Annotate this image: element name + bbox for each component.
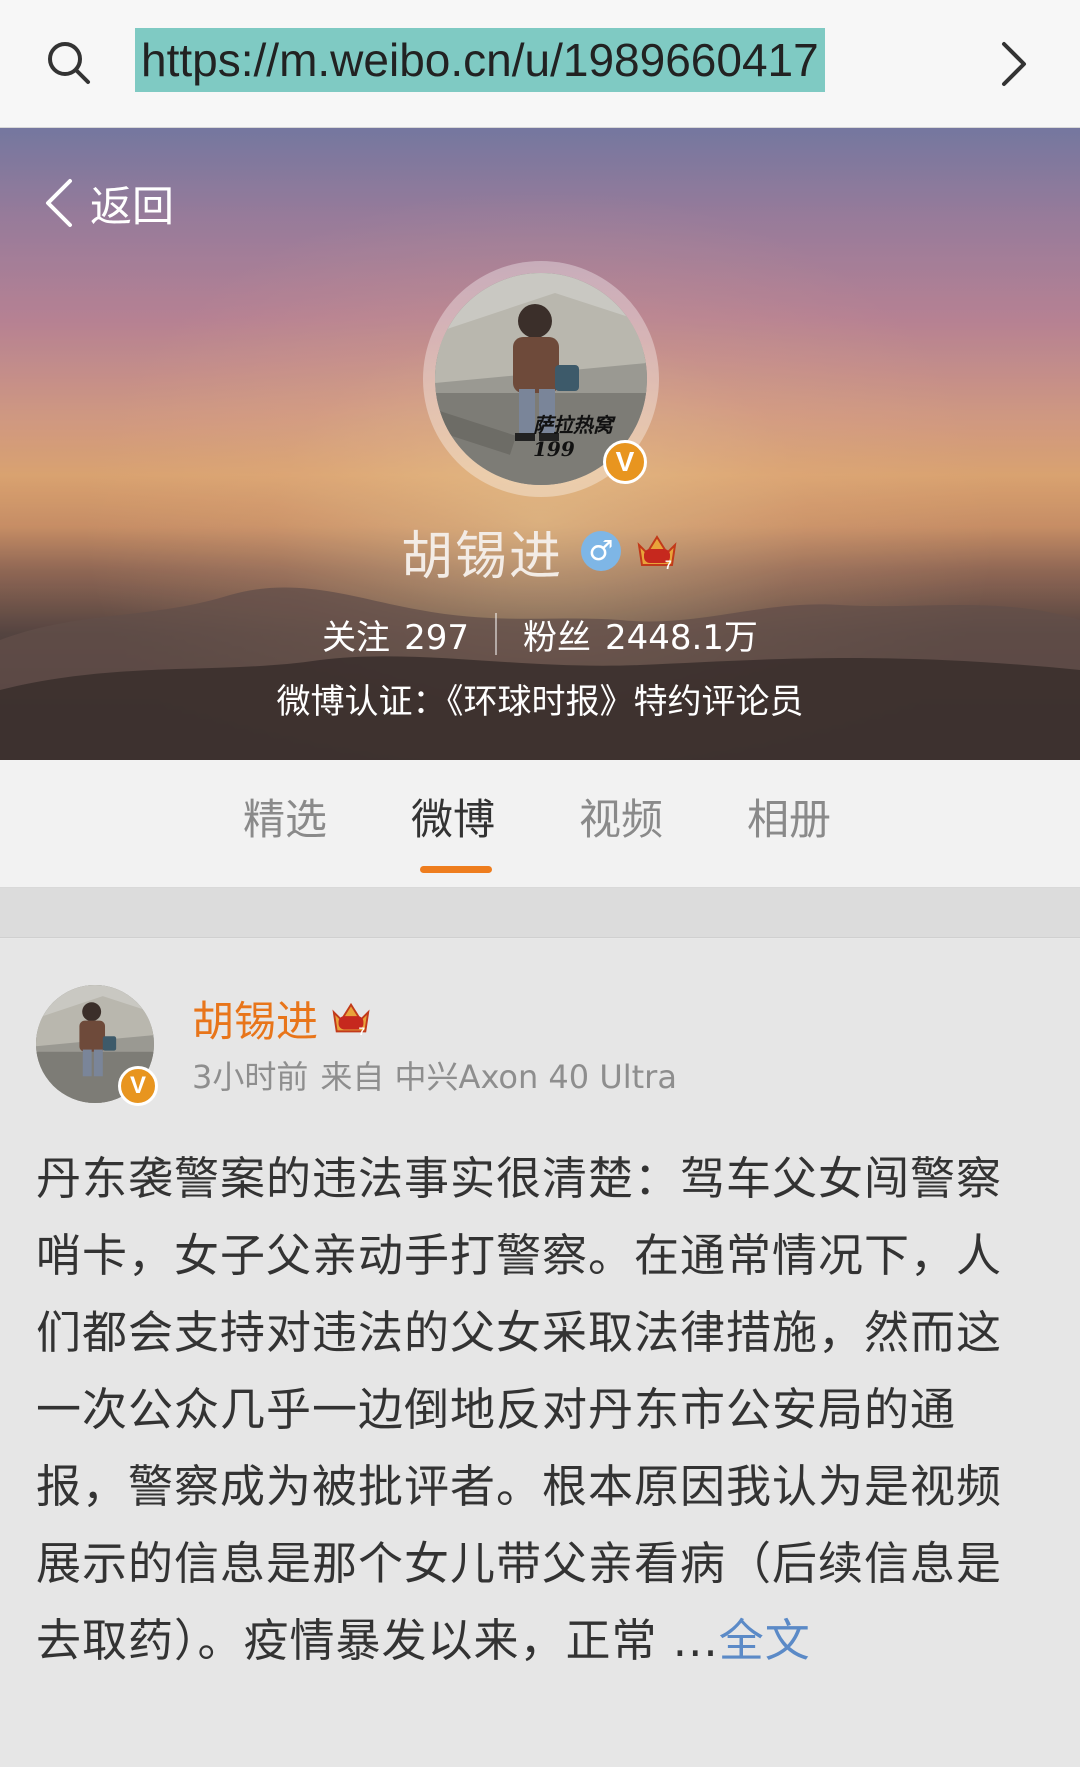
chevron-left-icon — [46, 179, 72, 227]
search-icon[interactable] — [44, 38, 94, 88]
browser-address-bar: https://m.weibo.cn/u/1989660417 — [0, 0, 1080, 128]
url-field[interactable]: https://m.weibo.cn/u/1989660417 — [135, 28, 825, 92]
tab-weibo[interactable]: 微博 — [411, 790, 495, 850]
profile-header: 返回 萨拉热窝 199 V 胡锡进 ♂ 7 关注 297 粉丝 2448.1万 … — [0, 128, 1080, 760]
tab-videos[interactable]: 视频 — [579, 790, 663, 850]
svg-text:7: 7 — [359, 1026, 365, 1038]
svg-text:7: 7 — [665, 558, 672, 571]
verified-badge-icon: V — [603, 440, 647, 484]
post-time: 3小时前 — [192, 1058, 309, 1096]
back-button[interactable]: 返回 — [40, 168, 174, 238]
post-author-row: 胡锡进 7 — [192, 990, 372, 1046]
male-icon: ♂ — [581, 531, 621, 571]
follow-stat[interactable]: 关注 297 — [322, 610, 469, 659]
follow-label: 关注 — [322, 617, 391, 658]
post-body: 丹东袭警案的违法事实很清楚：驾车父女闯警察哨卡，女子父亲动手打警察。在通常情况下… — [36, 1140, 1046, 1679]
back-label: 返回 — [90, 181, 175, 231]
verification-text: 微博认证：《环球时报》特约评论员 — [276, 682, 804, 722]
fans-count: 2448.1万 — [604, 617, 758, 658]
profile-stats: 关注 297 粉丝 2448.1万 — [0, 606, 1080, 662]
crown-icon: 7 — [332, 1002, 370, 1038]
crown-icon: 7 — [637, 535, 677, 571]
post-verified-badge-icon: V — [118, 1066, 158, 1106]
active-tab-indicator — [420, 866, 492, 873]
follow-count: 297 — [404, 617, 469, 658]
post-meta: 3小时前 来自 中兴Axon 40 Ultra — [192, 1052, 677, 1102]
read-more-link[interactable]: 全文 — [719, 1614, 811, 1667]
profile-tabs: 精选 微博 视频 相册 — [0, 760, 1080, 888]
tab-featured[interactable]: 精选 — [243, 790, 327, 850]
fans-label: 粉丝 — [522, 617, 591, 658]
section-divider — [0, 888, 1080, 938]
post-text: 丹东袭警案的违法事实很清楚：驾车父女闯警察哨卡，女子父亲动手打警察。在通常情况下… — [36, 1152, 1003, 1667]
tab-albums[interactable]: 相册 — [747, 790, 831, 850]
chevron-right-icon[interactable] — [994, 36, 1034, 92]
profile-name-row: 胡锡进 ♂ 7 — [0, 516, 1080, 587]
profile-name: 胡锡进 — [400, 526, 563, 587]
post-source: 来自 中兴Axon 40 Ultra — [320, 1058, 677, 1096]
stats-divider — [494, 613, 497, 655]
fans-stat[interactable]: 粉丝 2448.1万 — [523, 610, 758, 659]
post-author[interactable]: 胡锡进 — [192, 988, 318, 1049]
